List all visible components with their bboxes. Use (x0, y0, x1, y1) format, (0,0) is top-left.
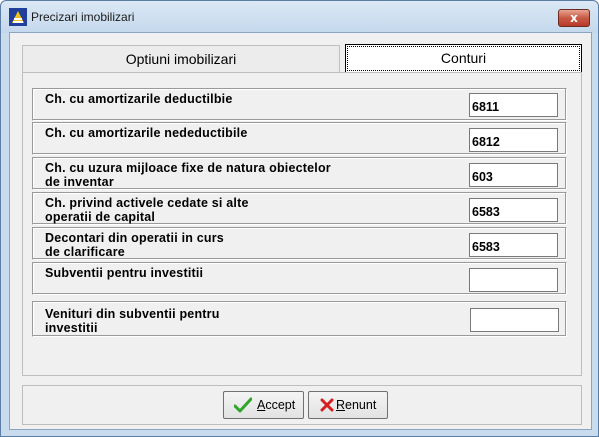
account-field-amortizari-deductibile[interactable] (469, 93, 558, 117)
cross-icon (320, 398, 334, 412)
account-row: Ch. privind activele cedate si alte opera… (32, 192, 567, 225)
accept-label: Accept (257, 398, 296, 412)
cancel-button[interactable]: Renunt (308, 391, 388, 419)
account-field-amortizari-nedeductibile[interactable] (469, 128, 558, 152)
client-area: Optiuni imobilizari Conturi Ch. cu amort… (9, 32, 592, 430)
checkmark-icon (234, 397, 252, 413)
account-row: Ch. cu amortizarile deductilbie (32, 88, 567, 121)
button-bar: Accept Renunt (22, 385, 582, 425)
tab-conturi[interactable]: Conturi (345, 44, 582, 73)
cancel-label: Renunt (336, 398, 377, 412)
row-label: Ch. cu amortizarile deductilbie (45, 92, 233, 106)
account-field-decontari-clarificare[interactable] (469, 233, 558, 257)
account-field-active-cedate[interactable] (469, 198, 558, 222)
tab-optiuni-imobilizari[interactable]: Optiuni imobilizari (22, 45, 340, 73)
close-icon: x (570, 11, 578, 25)
dialog-window: Precizari imobilizari x Optiuni imobiliz… (0, 0, 599, 437)
row-label: Ch. privind activele cedate si alte opera… (45, 196, 249, 224)
window-title: Precizari imobilizari (31, 10, 135, 24)
account-field-subventii-investitii[interactable] (469, 268, 558, 292)
account-field-venituri-subventii[interactable] (470, 308, 559, 332)
tab-label: Optiuni imobilizari (125, 51, 237, 67)
close-button[interactable]: x (558, 9, 590, 27)
account-field-uzura-obiecte-inventar[interactable] (469, 163, 558, 187)
row-label: Subventii pentru investitii (45, 266, 204, 280)
row-label: Ch. cu amortizarile nedeductibile (45, 126, 248, 140)
row-label: Ch. cu uzura mijloace fixe de natura obi… (45, 161, 331, 189)
title-bar[interactable]: Precizari imobilizari x (1, 1, 598, 33)
tab-label: Conturi (440, 50, 487, 66)
row-label: Venituri din subventii pentru investitii (45, 307, 220, 335)
row-label: Decontari din operatii in curs de clarifi… (45, 231, 224, 259)
account-row: Venituri din subventii pentru investitii (32, 301, 567, 337)
app-icon (9, 8, 27, 26)
account-row: Decontari din operatii in curs de clarifi… (32, 227, 567, 260)
account-row: Ch. cu amortizarile nedeductibile (32, 122, 567, 155)
account-row: Ch. cu uzura mijloace fixe de natura obi… (32, 157, 567, 190)
accept-button[interactable]: Accept (223, 391, 304, 419)
account-row: Subventii pentru investitii (32, 262, 567, 295)
